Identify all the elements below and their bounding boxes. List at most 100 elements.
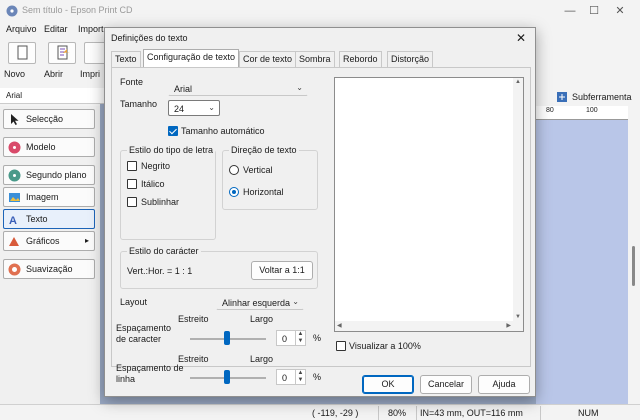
tab-rebordo[interactable]: Rebordo: [339, 51, 382, 67]
dialog-title: Definições do texto: [111, 33, 188, 43]
vertical-label: Vertical: [243, 165, 273, 175]
vertical-radio[interactable]: [229, 165, 239, 175]
font-select[interactable]: Arial ⌄: [168, 80, 308, 96]
tab-sombra[interactable]: Sombra: [295, 51, 335, 67]
tab-distorcao[interactable]: Distorção: [387, 51, 434, 67]
line-spacing-value: 0: [282, 373, 288, 383]
char-spacing-value: 0: [282, 334, 288, 344]
spin-arrows-icon[interactable]: ▲ ▼: [295, 331, 305, 345]
scroll-thumb[interactable]: [632, 246, 635, 286]
text-preview-pane[interactable]: ▲ ▼ ◀ ▶: [334, 77, 524, 332]
sidebar-item-selection[interactable]: Selecção: [3, 109, 95, 129]
italic-label: Itálico: [141, 179, 165, 189]
horizontal-label: Horizontal: [243, 187, 284, 197]
dialog-close-button[interactable]: ✕: [513, 30, 529, 46]
underline-label: Sublinhar: [141, 197, 180, 207]
sidebar-item-label: Imagem: [26, 192, 59, 202]
preview-100-label: Visualizar a 100%: [349, 341, 421, 351]
sidebar-item-label: Texto: [26, 214, 48, 224]
sidebar-item-background[interactable]: Segundo plano: [3, 165, 95, 185]
epson-app-icon: [6, 5, 18, 17]
ok-button[interactable]: OK: [362, 375, 414, 394]
bold-checkbox[interactable]: [127, 161, 137, 171]
menu-importar[interactable]: Import: [78, 24, 104, 34]
text-settings-dialog: Definições do texto ✕ Texto Configuração…: [104, 27, 536, 397]
line-spacing-slider-thumb[interactable]: [224, 370, 230, 384]
auto-size-label: Tamanho automático: [181, 126, 265, 136]
sidebar-item-label: Suavização: [26, 264, 73, 274]
ruler-mark: 100: [586, 107, 598, 114]
char-style-group: Estilo do carácter Vert.:Hor. = 1 : 1 Vo…: [120, 246, 318, 289]
cancel-button[interactable]: Cancelar: [420, 375, 472, 394]
char-spacing-slider-thumb[interactable]: [224, 331, 230, 345]
underline-checkbox[interactable]: [127, 197, 137, 207]
background-icon: [8, 169, 21, 182]
open-button[interactable]: Abrir: [44, 42, 80, 86]
preview-100-checkbox[interactable]: [336, 341, 346, 351]
reset-ratio-button[interactable]: Voltar a 1:1: [251, 261, 313, 280]
sidebar-item-label: Gráficos: [26, 236, 60, 246]
template-icon: [8, 141, 21, 154]
submenu-arrow-icon: ▸: [84, 236, 89, 245]
maximize-button[interactable]: ☐: [584, 3, 604, 19]
line-spacing-wide-label: Largo: [250, 354, 274, 364]
sidebar-item-image[interactable]: Imagem: [3, 187, 95, 207]
layout-select-value: Alinhar esquerda: [222, 298, 291, 308]
help-button[interactable]: Ajuda: [478, 375, 530, 394]
auto-size-checkbox[interactable]: [168, 126, 178, 136]
tab-strip: Texto Configuração de texto Cor de texto…: [111, 49, 531, 67]
sidebar-item-label: Modelo: [26, 142, 56, 152]
font-name-value: Arial: [6, 91, 23, 100]
tab-cor-de-texto[interactable]: Cor de texto: [239, 51, 297, 67]
bold-label: Negrito: [141, 161, 171, 171]
text-direction-group: Direção de texto Vertical Horizontal: [222, 145, 318, 210]
font-style-group-title: Estilo do tipo de letra: [127, 145, 216, 155]
layout-label: Layout: [120, 297, 148, 307]
tab-texto[interactable]: Texto: [111, 51, 141, 67]
menu-arquivo[interactable]: Arquivo: [6, 24, 37, 34]
sidebar-item-graphics[interactable]: Gráficos ▸: [3, 231, 95, 251]
open-label: Abrir: [44, 69, 64, 79]
size-select[interactable]: 24 ⌄: [168, 100, 220, 116]
line-spacing-stepper[interactable]: 0 ▲ ▼: [276, 369, 306, 385]
new-label: Novo: [4, 69, 26, 79]
menu-editar[interactable]: Editar: [44, 24, 68, 34]
horizontal-radio[interactable]: [229, 187, 239, 197]
image-icon: [9, 193, 20, 202]
tab-panel: Fonte Arial ⌄ Tamanho 24 ⌄ Tamanho autom…: [111, 67, 531, 385]
preview-horizontal-scrollbar[interactable]: ◀ ▶: [335, 321, 513, 331]
chevron-down-icon: ⌄: [292, 297, 299, 306]
close-window-button[interactable]: ✕: [610, 3, 630, 19]
cd-label-page: [536, 120, 628, 404]
open-file-icon: [48, 42, 76, 64]
layout-select[interactable]: Alinhar esquerda ⌄: [216, 294, 304, 310]
svg-text:A: A: [9, 215, 17, 226]
minimize-button[interactable]: —: [560, 3, 580, 19]
ratio-text: Vert.:Hor. = 1 : 1: [127, 266, 193, 276]
vertical-scrollbar[interactable]: [628, 106, 640, 404]
app-title: Sem título - Epson Print CD: [22, 5, 133, 15]
char-style-group-title: Estilo do carácter: [127, 246, 201, 256]
tool-sidebar: Selecção Modelo Segundo plano Imagem A T…: [0, 106, 100, 406]
line-spacing-unit: %: [313, 372, 322, 382]
new-button[interactable]: Novo: [4, 42, 40, 86]
char-spacing-unit: %: [313, 333, 322, 343]
char-spacing-stepper[interactable]: 0 ▲ ▼: [276, 330, 306, 346]
sidebar-item-smoothing[interactable]: Suavização: [3, 259, 95, 279]
disc-diameter: IN=43 mm, OUT=116 mm: [420, 408, 523, 418]
subtool-label[interactable]: Subferramenta: [572, 92, 632, 102]
sidebar-item-template[interactable]: Modelo: [3, 137, 95, 157]
size-label: Tamanho: [120, 99, 158, 109]
font-label: Fonte: [120, 77, 144, 87]
tab-configuracao[interactable]: Configuração de texto: [143, 49, 240, 67]
text-icon: A: [9, 215, 17, 226]
italic-checkbox[interactable]: [127, 179, 137, 189]
font-style-group: Estilo do tipo de letra Negrito Itálico …: [120, 145, 216, 240]
app-titlebar: Sem título - Epson Print CD — ☐ ✕: [0, 0, 640, 22]
sidebar-item-text[interactable]: A Texto: [3, 209, 95, 229]
preview-vertical-scrollbar[interactable]: ▲ ▼: [513, 78, 523, 321]
size-select-value: 24: [174, 104, 185, 114]
font-name-field[interactable]: Arial: [0, 88, 105, 104]
spin-arrows-icon[interactable]: ▲ ▼: [295, 370, 305, 384]
num-lock-indicator: NUM: [578, 408, 599, 418]
